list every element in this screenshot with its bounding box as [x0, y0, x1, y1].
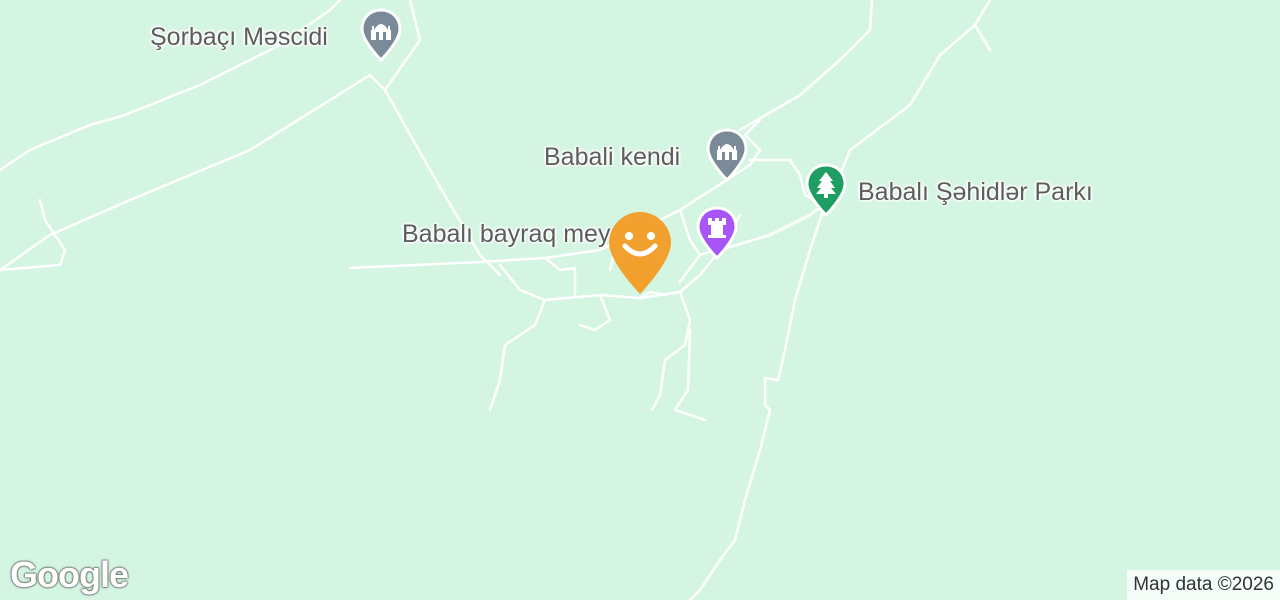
logo-letter: G: [10, 554, 38, 595]
road: [578, 293, 612, 332]
place-label-babali-sehidler-parki[interactable]: Babalı Şəhidlər Parkı: [858, 177, 1093, 207]
logo-letter: l: [100, 554, 110, 595]
logo-text: Google: [10, 554, 129, 595]
road: [488, 298, 547, 412]
road: [973, 23, 992, 52]
tree-icon[interactable]: [805, 163, 847, 217]
road: [348, 163, 752, 270]
road: [718, 0, 992, 252]
map-canvas[interactable]: Şorbaçı Məscidi Babali kendi Babalı bayr…: [0, 0, 1280, 600]
logo-letter: o: [58, 554, 80, 595]
road: [543, 256, 577, 297]
place-label-sorbaci-mescidi[interactable]: Şorbaçı Məscidi: [150, 22, 328, 52]
road-network: [0, 0, 992, 600]
map-attribution[interactable]: Map data ©2026: [1127, 570, 1280, 600]
place-label-babali-kendi[interactable]: Babali kendi: [544, 142, 680, 172]
logo-letter: o: [37, 554, 59, 595]
castle-icon[interactable]: [696, 206, 738, 260]
road: [673, 328, 707, 422]
logo-letter: g: [79, 554, 101, 595]
road: [650, 290, 692, 412]
road: [0, 198, 67, 272]
mosque-icon[interactable]: [706, 128, 748, 182]
selected-location-marker[interactable]: [607, 210, 673, 296]
logo-letter: e: [109, 554, 129, 595]
google-logo[interactable]: Google: [10, 554, 129, 596]
road: [738, 0, 874, 132]
road: [688, 203, 827, 600]
mosque-icon[interactable]: [360, 8, 402, 62]
